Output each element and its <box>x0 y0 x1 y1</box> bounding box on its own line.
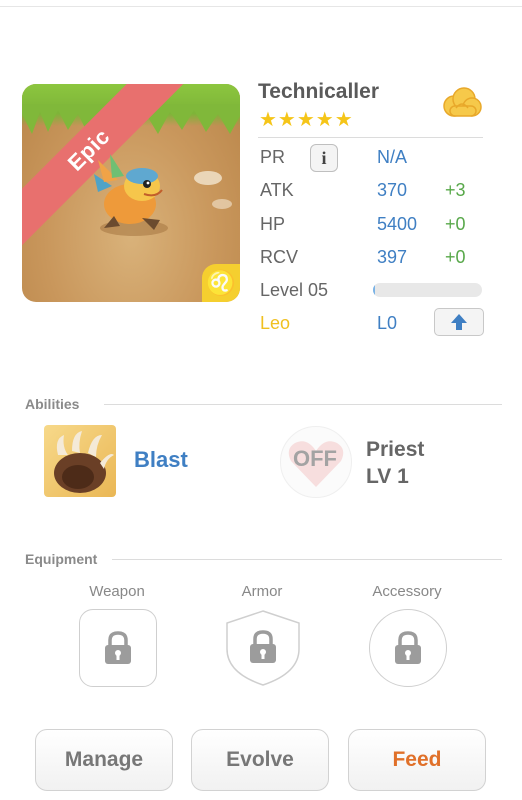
level-label: Level 05 <box>260 280 329 300</box>
atk-label: ATK <box>260 180 294 200</box>
rcv-value: 397 <box>377 247 408 267</box>
claw-icon <box>54 431 114 493</box>
feed-button[interactable]: Feed <box>348 729 486 791</box>
zodiac-level: L0 <box>377 313 398 333</box>
hp-value: 5400 <box>377 214 418 234</box>
name-divider <box>258 137 483 138</box>
equipment-divider <box>112 559 502 560</box>
active-ability-icon[interactable] <box>44 425 116 497</box>
arrow-up-icon <box>451 314 467 330</box>
armor-label: Armor <box>241 583 283 600</box>
armor-slot[interactable] <box>225 609 301 686</box>
rcv-bonus: +0 <box>445 247 466 267</box>
rcv-label: RCV <box>260 247 299 267</box>
pr-label: PR <box>260 147 286 167</box>
level-progress-bar <box>373 283 482 297</box>
atk-value: 370 <box>377 180 408 200</box>
lock-icon <box>250 630 276 663</box>
weapon-slot[interactable] <box>79 609 157 687</box>
passive-state: OFF <box>293 446 337 471</box>
equipment-section-title: Equipment <box>25 551 98 567</box>
weapon-label: Weapon <box>89 583 145 600</box>
pr-info-button[interactable]: i <box>310 144 338 172</box>
star-rating: ★★★★★ <box>259 109 354 131</box>
abilities-divider <box>104 404 502 405</box>
monster-name: Technicaller <box>258 80 379 103</box>
evolve-button[interactable]: Evolve <box>191 729 329 791</box>
passive-ability-level: LV 1 <box>366 465 409 488</box>
hp-bonus: +0 <box>445 214 466 234</box>
zodiac-upgrade-button[interactable] <box>434 308 484 336</box>
lock-icon <box>395 631 421 664</box>
pr-value: N/A <box>377 147 408 167</box>
active-ability-name[interactable]: Blast <box>134 447 188 473</box>
level-progress-fill <box>373 283 376 297</box>
monster-sprite <box>94 154 168 236</box>
zodiac-leo-icon: ♌ <box>202 264 240 302</box>
abilities-section-title: Abilities <box>25 396 80 412</box>
top-divider <box>0 6 522 7</box>
manage-button[interactable]: Manage <box>35 729 173 791</box>
hp-label: HP <box>260 214 286 234</box>
lock-icon <box>105 631 131 664</box>
accessory-slot[interactable] <box>369 609 447 687</box>
atk-bonus: +3 <box>445 180 466 200</box>
zodiac-name: Leo <box>260 313 291 333</box>
accessory-label: Accessory <box>372 583 442 600</box>
passive-ability-name: Priest <box>366 438 425 461</box>
cloud-icon[interactable] <box>440 86 484 122</box>
monster-portrait[interactable]: Epic ♌ <box>22 84 240 302</box>
